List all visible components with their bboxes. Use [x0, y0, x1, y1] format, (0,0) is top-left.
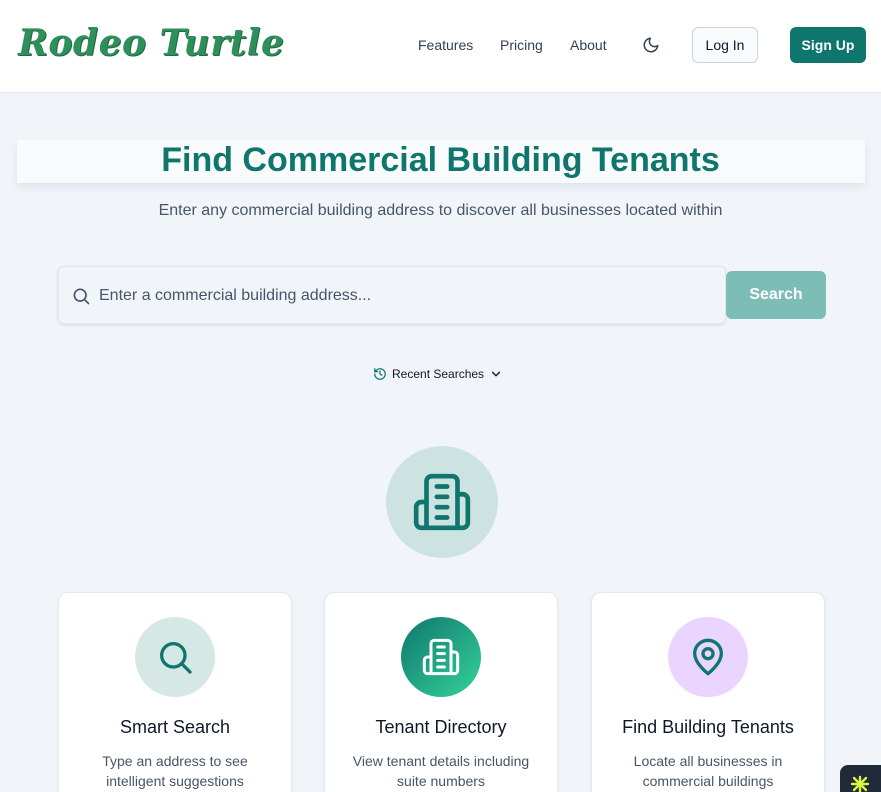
help-widget-button[interactable]	[840, 765, 881, 792]
map-pin-icon	[693, 638, 723, 676]
sparkle-icon	[850, 775, 870, 792]
history-icon	[374, 368, 386, 380]
recent-searches-toggle[interactable]: Recent Searches	[373, 366, 503, 382]
page-subtitle: Enter any commercial building address to…	[158, 202, 723, 219]
feature-description: Locate all businesses in commercial buil…	[633, 753, 783, 789]
feature-title: Smart Search	[119, 717, 231, 737]
logo[interactable]: Rodeo Turtle	[18, 22, 284, 64]
search-icon	[160, 642, 192, 674]
moon-icon	[643, 37, 659, 53]
feature-title: Find Building Tenants	[622, 717, 794, 737]
search-button[interactable]: Search	[726, 271, 826, 319]
feature-description: View tenant details including suite numb…	[352, 753, 530, 789]
feature-card-smart-search: Smart Search Type an address to see inte…	[58, 592, 292, 792]
nav-features-link[interactable]: Features	[418, 37, 473, 53]
feature-icon-circle	[135, 617, 215, 697]
signup-button[interactable]: Sign Up	[790, 27, 866, 63]
feature-icon-circle	[401, 617, 481, 697]
feature-title: Tenant Directory	[375, 717, 507, 737]
feature-icon-circle	[668, 617, 748, 697]
page-title: Find Commercial Building Tenants	[161, 141, 720, 179]
building-icon	[422, 638, 460, 676]
hero-icon-circle	[386, 446, 498, 558]
search-input[interactable]	[99, 285, 699, 307]
feature-card-tenant-directory: Tenant Directory View tenant details inc…	[324, 592, 558, 792]
recent-searches-label: Recent Searches	[392, 367, 485, 381]
search-box[interactable]	[58, 266, 726, 324]
feature-card-find-building-tenants: Find Building Tenants Locate all busines…	[591, 592, 825, 792]
login-button[interactable]: Log In	[692, 27, 758, 63]
search-icon	[73, 288, 90, 305]
building-icon	[413, 473, 471, 531]
feature-description: Type an address to see intelligent sugge…	[102, 753, 248, 789]
nav-pricing-link[interactable]: Pricing	[500, 37, 543, 53]
chevron-down-icon	[491, 371, 501, 377]
header: Rodeo Turtle Features Pricing About Log …	[0, 0, 881, 93]
nav-about-link[interactable]: About	[570, 37, 607, 53]
theme-toggle-button[interactable]	[640, 34, 662, 56]
